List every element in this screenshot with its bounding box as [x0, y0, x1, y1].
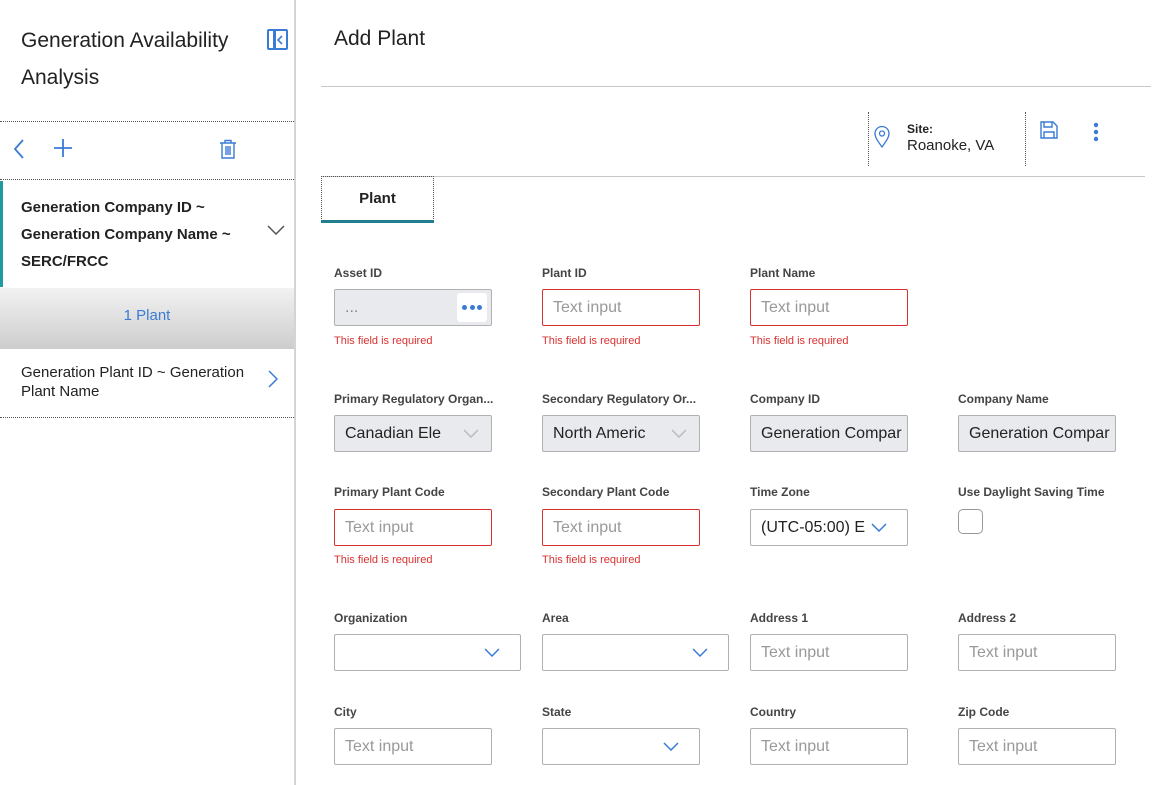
group-item[interactable]: Generation Company ID ~ Generation Compa… — [0, 181, 294, 287]
secondary-plant-code-error: This field is required — [542, 554, 641, 566]
site-value: Roanoke, VA — [907, 137, 995, 154]
sidebar: Generation Availability Analysis Generat… — [0, 0, 296, 785]
divider — [0, 121, 294, 122]
list-item[interactable]: Generation Plant ID ~ Generation Plant N… — [0, 349, 294, 417]
primary-plant-code-input[interactable]: Text input — [334, 509, 492, 546]
plant-count-label: 1 Plant — [123, 307, 171, 324]
chevron-down-icon — [871, 523, 887, 532]
group-item-label: Generation Company ID ~ Generation Compa… — [21, 199, 231, 270]
plant-count-bar[interactable]: 1 Plant — [0, 288, 294, 349]
add-icon[interactable] — [53, 138, 73, 158]
secondary-reg-org-label: Secondary Regulatory Or... — [542, 392, 697, 406]
plant-name-label: Plant Name — [750, 266, 816, 280]
chevron-right-icon[interactable] — [268, 370, 278, 388]
time-zone-select[interactable]: (UTC-05:00) E — [750, 509, 908, 546]
save-icon[interactable] — [1040, 121, 1058, 139]
address1-label: Address 1 — [750, 611, 809, 625]
time-zone-label: Time Zone — [750, 485, 810, 499]
asset-id-label: Asset ID — [334, 266, 383, 280]
address2-input[interactable]: Text input — [958, 634, 1116, 671]
divider — [868, 112, 869, 166]
chevron-down-icon — [463, 429, 479, 438]
daylight-saving-label: Use Daylight Saving Time — [958, 485, 1105, 499]
time-zone-value: (UTC-05:00) E — [761, 519, 866, 536]
state-label: State — [542, 705, 572, 719]
asset-id-error: This field is required — [334, 335, 433, 347]
plant-id-error: This field is required — [542, 335, 641, 347]
chevron-down-icon[interactable] — [267, 225, 285, 235]
organization-select[interactable] — [334, 634, 521, 671]
asset-id-field[interactable]: ... — [334, 289, 492, 326]
tab-plant-label: Plant — [359, 190, 396, 207]
secondary-plant-code-label: Secondary Plant Code — [542, 485, 670, 499]
secondary-reg-org-select[interactable]: North Americ — [542, 415, 700, 452]
address2-label: Address 2 — [958, 611, 1017, 625]
divider — [0, 417, 294, 418]
divider — [1025, 112, 1026, 166]
chevron-down-icon — [692, 648, 708, 657]
main-panel: Add Plant Site: Roanoke, VA Plant Asset … — [296, 0, 1176, 785]
tab-active-indicator — [321, 220, 434, 223]
daylight-saving-checkbox[interactable] — [958, 509, 983, 534]
company-name-field[interactable]: Generation Compar — [958, 415, 1116, 452]
plant-name-input[interactable]: Text input — [750, 289, 908, 326]
location-pin-icon — [874, 126, 890, 148]
primary-reg-org-value: Canadian Ele — [345, 425, 442, 442]
plant-item-label: Generation Plant ID ~ Generation Plant N… — [21, 364, 245, 400]
collapse-panel-icon[interactable] — [267, 29, 288, 50]
secondary-plant-code-input[interactable]: Text input — [542, 509, 700, 546]
company-id-label: Company ID — [750, 392, 821, 406]
chevron-down-icon — [484, 648, 500, 657]
asset-id-value: ... — [345, 299, 359, 316]
country-label: Country — [750, 705, 796, 719]
secondary-reg-org-value: North Americ — [553, 425, 646, 442]
zip-code-input[interactable]: Text input — [958, 728, 1116, 765]
chevron-down-icon — [671, 429, 687, 438]
divider — [321, 176, 1145, 177]
primary-plant-code-label: Primary Plant Code — [334, 485, 445, 499]
divider — [321, 86, 1151, 87]
city-input[interactable]: Text input — [334, 728, 492, 765]
tab-plant[interactable]: Plant — [321, 176, 434, 223]
primary-reg-org-select[interactable]: Canadian Ele — [334, 415, 492, 452]
city-label: City — [334, 705, 357, 719]
state-select[interactable] — [542, 728, 700, 765]
page-title: Add Plant — [334, 27, 426, 50]
area-label: Area — [542, 611, 569, 625]
company-name-label: Company Name — [958, 392, 1049, 406]
chevron-down-icon — [663, 742, 679, 751]
plant-id-label: Plant ID — [542, 266, 587, 280]
divider — [0, 179, 294, 180]
plant-id-input[interactable]: Text input — [542, 289, 700, 326]
organization-label: Organization — [334, 611, 408, 625]
country-input[interactable]: Text input — [750, 728, 908, 765]
trash-icon[interactable] — [219, 139, 237, 159]
primary-reg-org-label: Primary Regulatory Organ... — [334, 392, 494, 406]
company-id-field[interactable]: Generation Compar — [750, 415, 908, 452]
address1-input[interactable]: Text input — [750, 634, 908, 671]
ellipsis-icon[interactable] — [457, 293, 487, 322]
primary-plant-code-error: This field is required — [334, 554, 433, 566]
more-vertical-icon[interactable] — [1093, 122, 1099, 142]
site-label: Site: — [907, 122, 934, 136]
plant-name-error: This field is required — [750, 335, 849, 347]
zip-code-label: Zip Code — [958, 705, 1010, 719]
area-select[interactable] — [542, 634, 729, 671]
back-icon[interactable] — [12, 138, 26, 160]
sidebar-title: Generation Availability Analysis — [21, 29, 229, 89]
